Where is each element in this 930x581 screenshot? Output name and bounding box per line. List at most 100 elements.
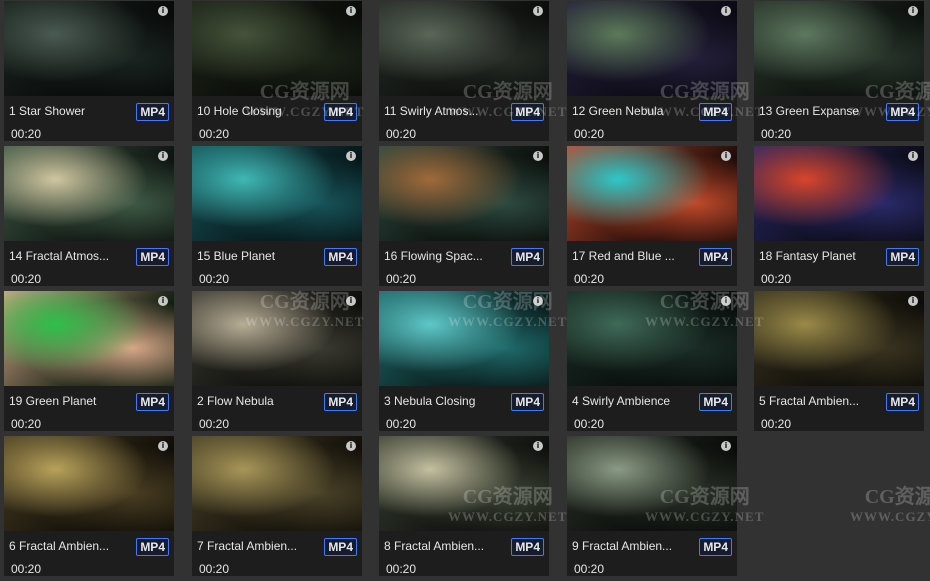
video-duration: 00:20 — [386, 272, 417, 286]
info-icon[interactable]: i — [908, 151, 918, 161]
video-title[interactable]: 9 Fractal Ambien... — [572, 539, 694, 554]
video-card[interactable]: i 16 Flowing Spac... MP4 00:20 — [379, 146, 549, 286]
video-card[interactable]: i 3 Nebula Closing MP4 00:20 — [379, 291, 549, 431]
info-icon[interactable]: i — [346, 441, 356, 451]
video-thumbnail[interactable] — [754, 291, 924, 386]
video-grid: i 1 Star Shower MP4 00:20 i 10 Hole Closing MP… — [0, 0, 930, 581]
info-icon[interactable]: i — [721, 6, 731, 16]
video-card[interactable]: i 13 Green Expanse MP4 00:20 — [754, 1, 924, 141]
video-card[interactable]: i 1 Star Shower MP4 00:20 — [4, 1, 174, 141]
video-title[interactable]: 5 Fractal Ambien... — [759, 394, 881, 409]
format-badge: MP4 — [699, 103, 732, 121]
video-card[interactable]: i 14 Fractal Atmos... MP4 00:20 — [4, 146, 174, 286]
video-duration: 00:20 — [574, 417, 605, 431]
video-title[interactable]: 18 Fantasy Planet — [759, 249, 881, 264]
video-title[interactable]: 4 Swirly Ambience — [572, 394, 694, 409]
format-badge: MP4 — [136, 538, 169, 556]
info-icon[interactable]: i — [158, 151, 168, 161]
video-duration: 00:20 — [574, 127, 605, 141]
video-duration: 00:20 — [199, 417, 230, 431]
video-card[interactable]: i 2 Flow Nebula MP4 00:20 — [192, 291, 362, 431]
info-icon[interactable]: i — [533, 441, 543, 451]
video-title[interactable]: 16 Flowing Spac... — [384, 249, 506, 264]
video-card[interactable]: i 5 Fractal Ambien... MP4 00:20 — [754, 291, 924, 431]
video-thumbnail[interactable] — [192, 436, 362, 531]
video-title[interactable]: 8 Fractal Ambien... — [384, 539, 506, 554]
video-title[interactable]: 2 Flow Nebula — [197, 394, 319, 409]
info-icon[interactable]: i — [721, 151, 731, 161]
video-thumbnail[interactable] — [379, 291, 549, 386]
video-title[interactable]: 7 Fractal Ambien... — [197, 539, 319, 554]
info-icon[interactable]: i — [721, 441, 731, 451]
video-title[interactable]: 19 Green Planet — [9, 394, 131, 409]
format-badge: MP4 — [511, 393, 544, 411]
video-title[interactable]: 1 Star Shower — [9, 104, 131, 119]
video-thumbnail[interactable] — [379, 146, 549, 241]
info-icon[interactable]: i — [533, 151, 543, 161]
video-title[interactable]: 10 Hole Closing — [197, 104, 319, 119]
format-badge: MP4 — [136, 393, 169, 411]
video-duration: 00:20 — [199, 562, 230, 576]
video-card[interactable]: i 11 Swirly Atmos... MP4 00:20 — [379, 1, 549, 141]
video-card[interactable]: i 19 Green Planet MP4 00:20 — [4, 291, 174, 431]
video-duration: 00:20 — [11, 562, 42, 576]
video-thumbnail[interactable] — [754, 146, 924, 241]
video-duration: 00:20 — [761, 272, 792, 286]
info-icon[interactable]: i — [346, 151, 356, 161]
video-thumbnail[interactable] — [567, 291, 737, 386]
video-thumbnail[interactable] — [4, 436, 174, 531]
video-title[interactable]: 12 Green Nebula — [572, 104, 694, 119]
info-icon[interactable]: i — [158, 441, 168, 451]
video-thumbnail[interactable] — [567, 436, 737, 531]
info-icon[interactable]: i — [158, 6, 168, 16]
video-thumbnail[interactable] — [4, 1, 174, 96]
video-duration: 00:20 — [199, 272, 230, 286]
video-card[interactable]: i 15 Blue Planet MP4 00:20 — [192, 146, 362, 286]
video-card[interactable]: i 7 Fractal Ambien... MP4 00:20 — [192, 436, 362, 576]
video-card[interactable]: i 18 Fantasy Planet MP4 00:20 — [754, 146, 924, 286]
video-thumbnail[interactable] — [379, 436, 549, 531]
format-badge: MP4 — [324, 103, 357, 121]
video-card[interactable]: i 6 Fractal Ambien... MP4 00:20 — [4, 436, 174, 576]
info-icon[interactable]: i — [346, 296, 356, 306]
video-thumbnail[interactable] — [567, 146, 737, 241]
video-title[interactable]: 17 Red and Blue ... — [572, 249, 694, 264]
video-thumbnail[interactable] — [192, 1, 362, 96]
video-card[interactable]: i 17 Red and Blue ... MP4 00:20 — [567, 146, 737, 286]
video-duration: 00:20 — [386, 417, 417, 431]
video-thumbnail[interactable] — [192, 146, 362, 241]
format-badge: MP4 — [324, 248, 357, 266]
video-thumbnail[interactable] — [192, 291, 362, 386]
format-badge: MP4 — [699, 538, 732, 556]
video-title[interactable]: 15 Blue Planet — [197, 249, 319, 264]
video-thumbnail[interactable] — [379, 1, 549, 96]
info-icon[interactable]: i — [721, 296, 731, 306]
video-duration: 00:20 — [574, 562, 605, 576]
video-title[interactable]: 13 Green Expanse — [759, 104, 881, 119]
video-card[interactable]: i 9 Fractal Ambien... MP4 00:20 — [567, 436, 737, 576]
video-title[interactable]: 14 Fractal Atmos... — [9, 249, 131, 264]
info-icon[interactable]: i — [158, 296, 168, 306]
video-thumbnail[interactable] — [567, 1, 737, 96]
info-icon[interactable]: i — [908, 296, 918, 306]
video-thumbnail[interactable] — [4, 291, 174, 386]
info-icon[interactable]: i — [533, 296, 543, 306]
video-card[interactable]: i 8 Fractal Ambien... MP4 00:20 — [379, 436, 549, 576]
video-thumbnail[interactable] — [754, 1, 924, 96]
format-badge: MP4 — [886, 103, 919, 121]
info-icon[interactable]: i — [533, 6, 543, 16]
video-duration: 00:20 — [199, 127, 230, 141]
video-card[interactable]: i 10 Hole Closing MP4 00:20 — [192, 1, 362, 141]
video-title[interactable]: 3 Nebula Closing — [384, 394, 506, 409]
format-badge: MP4 — [511, 248, 544, 266]
info-icon[interactable]: i — [908, 6, 918, 16]
info-icon[interactable]: i — [346, 6, 356, 16]
video-card[interactable]: i 12 Green Nebula MP4 00:20 — [567, 1, 737, 141]
video-title[interactable]: 11 Swirly Atmos... — [384, 104, 506, 119]
video-duration: 00:20 — [11, 272, 42, 286]
video-title[interactable]: 6 Fractal Ambien... — [9, 539, 131, 554]
video-thumbnail[interactable] — [4, 146, 174, 241]
format-badge: MP4 — [136, 103, 169, 121]
format-badge: MP4 — [886, 248, 919, 266]
video-card[interactable]: i 4 Swirly Ambience MP4 00:20 — [567, 291, 737, 431]
